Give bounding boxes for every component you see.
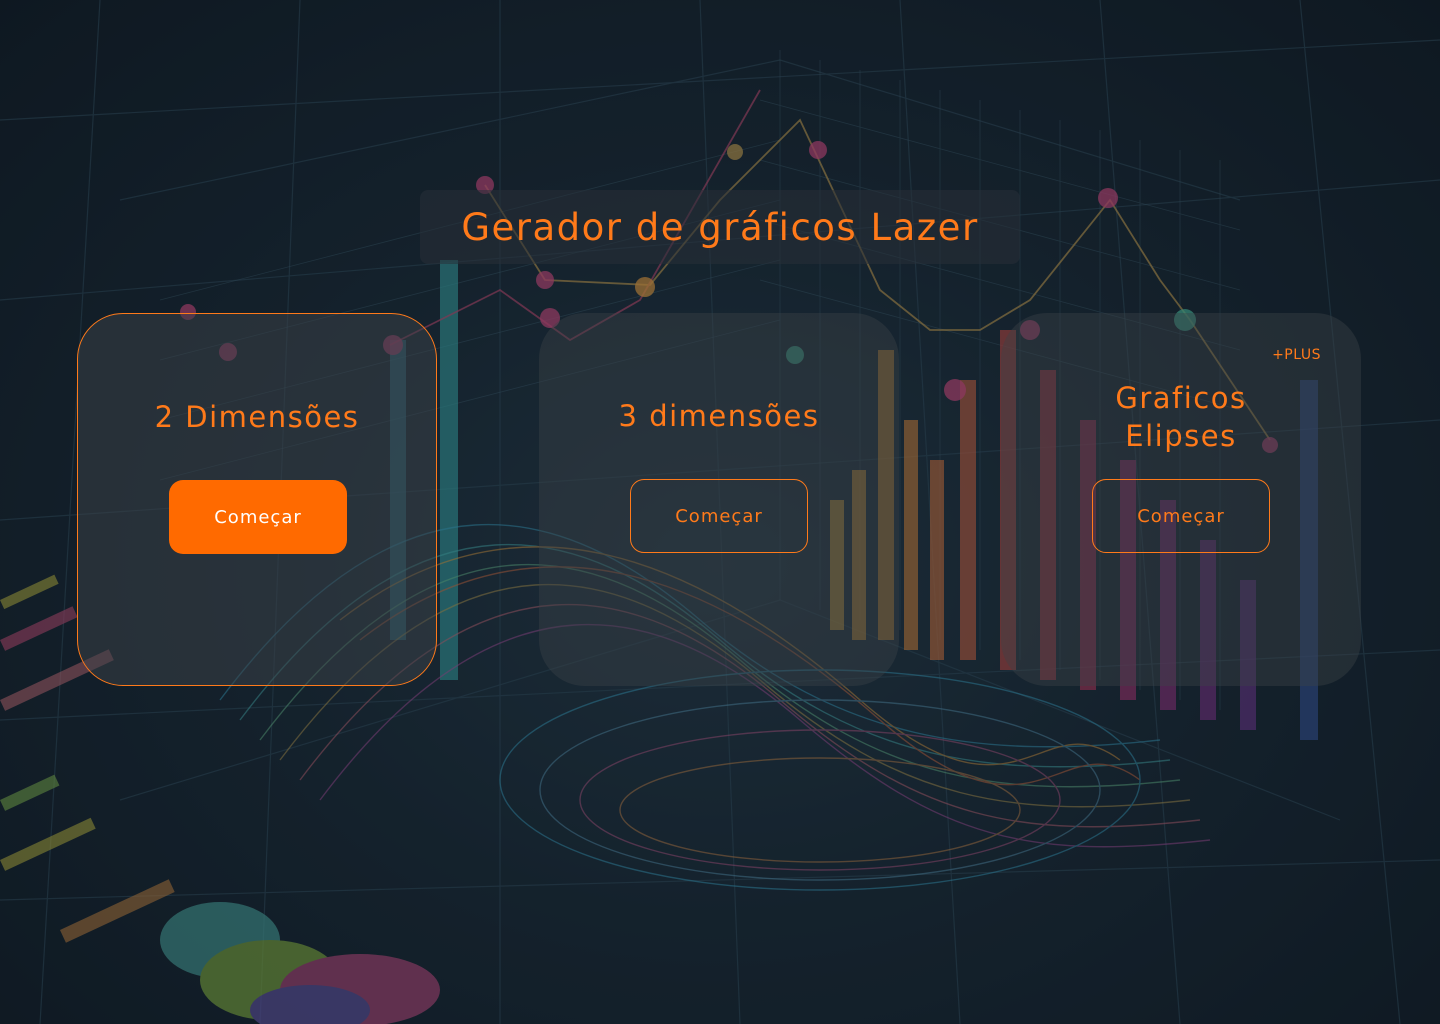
card-title-2d: 2 Dimensões [154,400,360,434]
card-ellipses[interactable]: +PLUS Graficos Elipses Começar [1001,313,1361,686]
plus-badge: +PLUS [1272,347,1321,363]
card-title-3d: 3 dimensões [618,399,820,433]
card-3d[interactable]: 3 dimensões Começar [539,313,899,686]
start-button-2d[interactable]: Começar [169,480,347,554]
start-button-ellipses[interactable]: Começar [1092,479,1270,553]
header-title-box: Gerador de gráficos Lazer [420,190,1020,264]
page-title: Gerador de gráficos Lazer [461,205,979,249]
page: Gerador de gráficos Lazer 2 Dimensões Co… [0,0,1440,1024]
start-button-3d[interactable]: Começar [630,479,808,553]
card-2d[interactable]: 2 Dimensões Começar [77,313,437,686]
card-title-ellipses: Graficos Elipses [1115,381,1247,453]
